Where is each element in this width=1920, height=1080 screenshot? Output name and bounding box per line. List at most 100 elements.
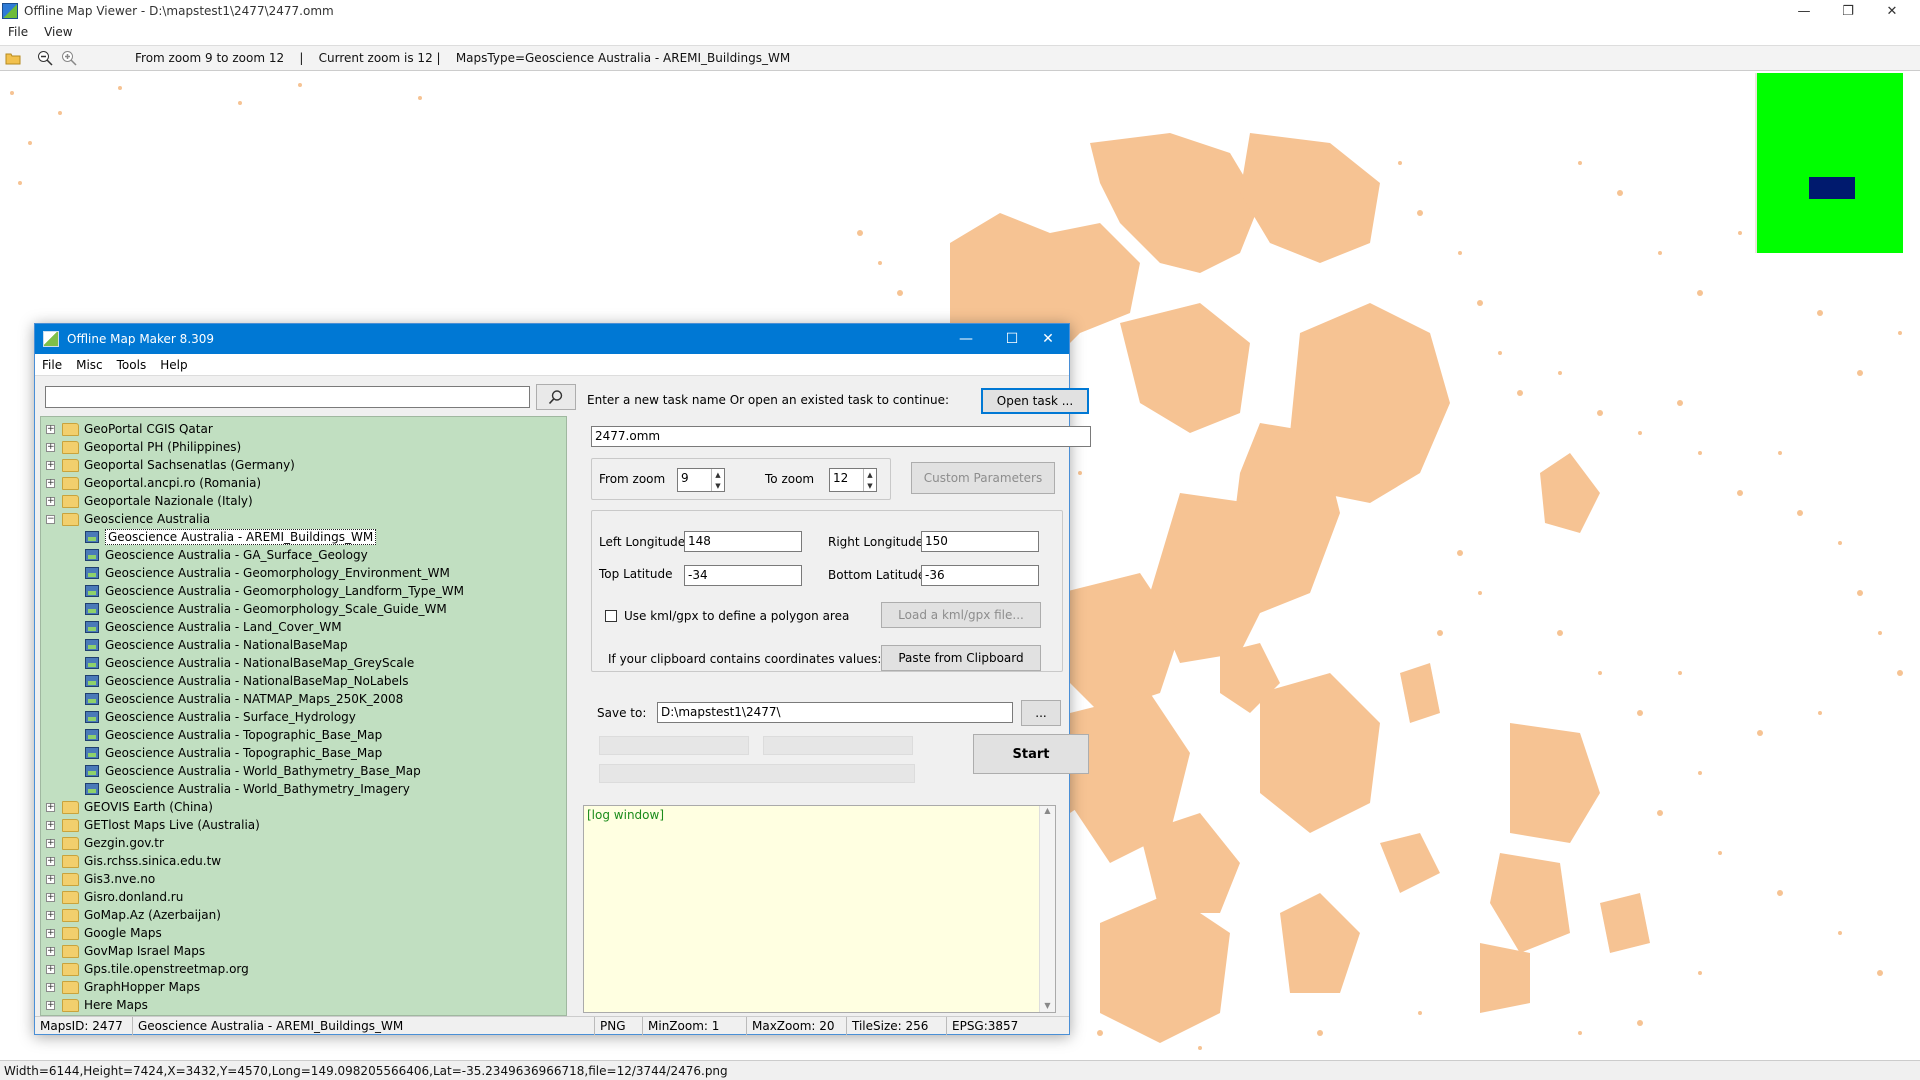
tree-item-folder[interactable]: + Geoportal Sachsenatlas (Germany) [46, 456, 295, 474]
status-min-zoom: MinZoom: 1 [643, 1017, 747, 1035]
tree-item-map[interactable]: Geoscience Australia - World_Bathymetry_… [85, 762, 421, 780]
expand-icon[interactable]: + [46, 820, 55, 830]
tree-item-folder[interactable]: + Here Maps [46, 996, 148, 1014]
start-button[interactable]: Start [973, 734, 1089, 774]
dialog-close-button[interactable]: ✕ [1025, 324, 1071, 354]
tree-item-map[interactable]: Geoscience Australia - NationalBaseMap [85, 636, 348, 654]
tree-item-folder[interactable]: + Geoportal.ancpi.ro (Romania) [46, 474, 261, 492]
spinner-arrows-icon[interactable]: ▲ ▼ [711, 469, 724, 491]
zoom-out-icon[interactable] [34, 47, 56, 69]
kml-checkbox[interactable] [605, 610, 617, 622]
tree-item-folder[interactable]: + Gis.rchss.sinica.edu.tw [46, 852, 221, 870]
tree-item-map[interactable]: Geoscience Australia - NationalBaseMap_G… [85, 654, 414, 672]
tree-item-label: GeoPortal CGIS Qatar [84, 422, 213, 436]
tree-item-folder[interactable]: + Geoportale Nazionale (Italy) [46, 492, 253, 510]
folder-icon [62, 962, 79, 976]
menu-file[interactable]: File [35, 358, 69, 372]
restore-button[interactable]: ❐ [1826, 0, 1870, 22]
open-folder-icon[interactable] [2, 47, 24, 69]
minimize-button[interactable]: — [1782, 0, 1826, 22]
menu-tools[interactable]: Tools [110, 358, 154, 372]
tree-item-folder[interactable]: + GovMap Israel Maps [46, 942, 205, 960]
tree-item-map[interactable]: Geoscience Australia - GA_Surface_Geolog… [85, 546, 368, 564]
expand-icon[interactable]: + [46, 838, 55, 848]
custom-parameters-button[interactable]: Custom Parameters [911, 462, 1055, 494]
tree-item-map[interactable]: Geoscience Australia - Surface_Hydrology [85, 708, 356, 726]
tree-item-map[interactable]: Geoscience Australia - Land_Cover_WM [85, 618, 342, 636]
progress-bar-total [599, 764, 915, 783]
collapse-icon[interactable]: − [46, 514, 55, 524]
map-layer-icon [85, 693, 99, 705]
tree-item-map[interactable]: Geoscience Australia - World_Bathymetry_… [85, 780, 410, 798]
menu-help[interactable]: Help [153, 358, 194, 372]
right-longitude-input[interactable]: 150 [921, 531, 1039, 552]
search-input[interactable] [45, 386, 530, 408]
log-scrollbar[interactable]: ▲ ▼ [1039, 806, 1055, 1012]
paste-clipboard-button[interactable]: Paste from Clipboard [881, 645, 1041, 671]
expand-icon[interactable]: + [46, 892, 55, 902]
browse-button[interactable]: ... [1021, 700, 1061, 726]
expand-icon[interactable]: + [46, 442, 55, 452]
expand-icon[interactable]: + [46, 910, 55, 920]
tree-item-folder[interactable]: + Gezgin.gov.tr [46, 834, 164, 852]
progress-bar-2 [763, 736, 913, 755]
left-longitude-input[interactable]: 148 [684, 531, 802, 552]
overview-viewport-rect[interactable] [1809, 177, 1855, 199]
expand-icon[interactable]: + [46, 874, 55, 884]
expand-icon[interactable]: + [46, 460, 55, 470]
tree-item-folder[interactable]: + Gis3.nve.no [46, 870, 155, 888]
top-latitude-input[interactable]: -34 [684, 565, 802, 586]
expand-icon[interactable]: + [46, 982, 55, 992]
tree-item-folder[interactable]: + GeoPortal CGIS Qatar [46, 420, 213, 438]
tree-item-folder[interactable]: + Geoportal PH (Philippines) [46, 438, 241, 456]
menu-file[interactable]: File [0, 25, 36, 39]
open-task-button[interactable]: Open task ... [981, 388, 1089, 414]
dialog-minimize-button[interactable]: — [943, 324, 989, 354]
expand-icon[interactable]: + [46, 478, 55, 488]
bottom-latitude-input[interactable]: -36 [921, 565, 1039, 586]
expand-icon[interactable]: + [46, 928, 55, 938]
menu-view[interactable]: View [36, 25, 80, 39]
tree-item-folder[interactable]: − Geoscience Australia [46, 510, 210, 528]
tree-item-map[interactable]: Geoscience Australia - Topographic_Base_… [85, 744, 382, 762]
offline-map-maker-dialog: Offline Map Maker 8.309 — ☐ ✕ File Misc … [34, 323, 1091, 1035]
overview-minimap[interactable] [1755, 73, 1903, 253]
expand-icon[interactable]: + [46, 496, 55, 506]
tree-item-map[interactable]: Geoscience Australia - Geomorphology_Sca… [85, 600, 447, 618]
log-window[interactable]: [log window] ▲ ▼ [583, 805, 1056, 1013]
save-path-input[interactable]: D:\mapstest1\2477\ [657, 702, 1013, 723]
tree-item-folder[interactable]: + GETlost Maps Live (Australia) [46, 816, 260, 834]
expand-icon[interactable]: + [46, 856, 55, 866]
close-button[interactable]: ✕ [1870, 0, 1914, 22]
tree-item-map[interactable]: Geoscience Australia - AREMI_Buildings_W… [85, 528, 377, 546]
tree-item-folder[interactable]: + GEOVIS Earth (China) [46, 798, 213, 816]
to-zoom-spinner[interactable]: 12 ▲ ▼ [829, 468, 877, 492]
tree-item-folder[interactable]: + Gisro.donland.ru [46, 888, 183, 906]
task-name-input[interactable]: 2477.omm [591, 426, 1091, 447]
zoom-in-icon[interactable] [58, 47, 80, 69]
tree-item-folder[interactable]: + GoMap.Az (Azerbaijan) [46, 906, 221, 924]
search-button[interactable] [536, 384, 576, 410]
tree-item-map[interactable]: Geoscience Australia - Geomorphology_Env… [85, 564, 450, 582]
tree-item-label: GovMap Israel Maps [84, 944, 206, 958]
tree-item-folder[interactable]: + GraphHopper Maps [46, 978, 200, 996]
tree-item-folder[interactable]: + Gps.tile.openstreetmap.org [46, 960, 249, 978]
expand-icon[interactable]: + [46, 946, 55, 956]
expand-icon[interactable]: + [46, 802, 55, 812]
expand-icon[interactable]: + [46, 1000, 55, 1010]
spinner-arrows-icon[interactable]: ▲ ▼ [863, 469, 876, 491]
menu-misc[interactable]: Misc [69, 358, 110, 372]
tree-item-map[interactable]: Geoscience Australia - NationalBaseMap_N… [85, 672, 409, 690]
map-source-tree[interactable]: + GeoPortal CGIS Qatar + Geoportal PH (Phil… [40, 416, 567, 1016]
expand-icon[interactable]: + [46, 964, 55, 974]
expand-icon[interactable]: + [46, 424, 55, 434]
tree-item-map[interactable]: Geoscience Australia - Geomorphology_Lan… [85, 582, 464, 600]
load-kml-button[interactable]: Load a kml/gpx file... [881, 602, 1041, 628]
to-zoom-value: 12 [833, 471, 849, 485]
tree-item-map[interactable]: Geoscience Australia - Topographic_Base_… [85, 726, 382, 744]
from-zoom-spinner[interactable]: 9 ▲ ▼ [677, 468, 725, 492]
top-latitude-label: Top Latitude [599, 567, 673, 581]
tree-item-map[interactable]: Geoscience Australia - NATMAP_Maps_250K_… [85, 690, 403, 708]
tree-item-label: Geoscience Australia - NationalBaseMap [105, 638, 348, 652]
tree-item-folder[interactable]: + Google Maps [46, 924, 162, 942]
